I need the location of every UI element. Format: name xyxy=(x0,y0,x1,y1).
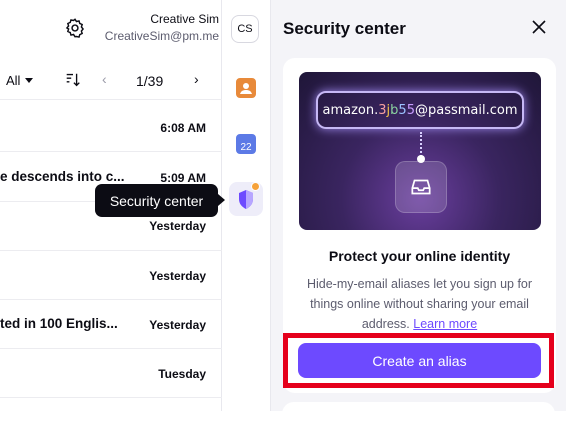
app-rail: 22 xyxy=(223,60,269,411)
gear-icon[interactable] xyxy=(64,17,86,39)
mail-time: 5:09 AM xyxy=(160,171,206,185)
next-card xyxy=(282,402,555,422)
calendar-icon[interactable]: 22 xyxy=(236,134,256,154)
tooltip-arrow xyxy=(218,194,225,206)
notification-dot xyxy=(251,182,260,191)
mail-time: Yesterday xyxy=(149,269,206,283)
card-heading: Protect your online identity xyxy=(328,248,511,264)
tooltip: Security center xyxy=(95,184,218,217)
mail-time: 6:08 AM xyxy=(160,121,206,135)
next-page-button[interactable]: › xyxy=(194,71,199,87)
user-name: Creative Sim xyxy=(150,12,219,26)
connector-line xyxy=(420,132,422,157)
mail-time: Yesterday xyxy=(149,219,206,233)
inbox-icon xyxy=(395,161,447,213)
mail-row[interactable]: ted in 100 Englis... Yesterday xyxy=(0,300,222,349)
mail-time: Tuesday xyxy=(158,367,206,381)
alias-example: amazon. 3 j b 5 5 @passmail.com xyxy=(316,91,524,129)
learn-more-link[interactable]: Learn more xyxy=(413,317,477,331)
mail-time: Yesterday xyxy=(149,318,206,332)
contacts-icon[interactable] xyxy=(236,78,256,98)
panel-title: Security center xyxy=(283,19,406,38)
calendar-day: 22 xyxy=(240,142,252,153)
mail-row[interactable]: Tuesday xyxy=(0,349,222,398)
close-icon[interactable] xyxy=(530,18,548,36)
mail-row[interactable]: Yesterday xyxy=(0,251,222,300)
previous-page-button[interactable]: ‹ xyxy=(102,71,107,87)
user-email: CreativeSim@pm.me xyxy=(104,29,219,43)
filter-dropdown[interactable]: All xyxy=(6,73,34,88)
mail-row[interactable]: 6:08 AM xyxy=(0,103,222,152)
filter-label: All xyxy=(6,73,21,88)
avatar[interactable]: CS xyxy=(231,15,259,43)
mail-toolbar: All ‹ 1/39 › xyxy=(0,62,222,100)
create-alias-button[interactable]: Create an alias xyxy=(298,343,541,378)
mail-subject: e descends into c... xyxy=(0,169,125,184)
alias-illustration: amazon. 3 j b 5 5 @passmail.com xyxy=(299,72,541,230)
page-counter: 1/39 xyxy=(136,73,164,89)
sort-icon[interactable] xyxy=(64,71,82,89)
mail-subject: ted in 100 Englis... xyxy=(0,316,118,331)
chevron-down-icon xyxy=(25,78,34,83)
card-description: Hide-my-email aliases let you sign up fo… xyxy=(306,277,533,331)
